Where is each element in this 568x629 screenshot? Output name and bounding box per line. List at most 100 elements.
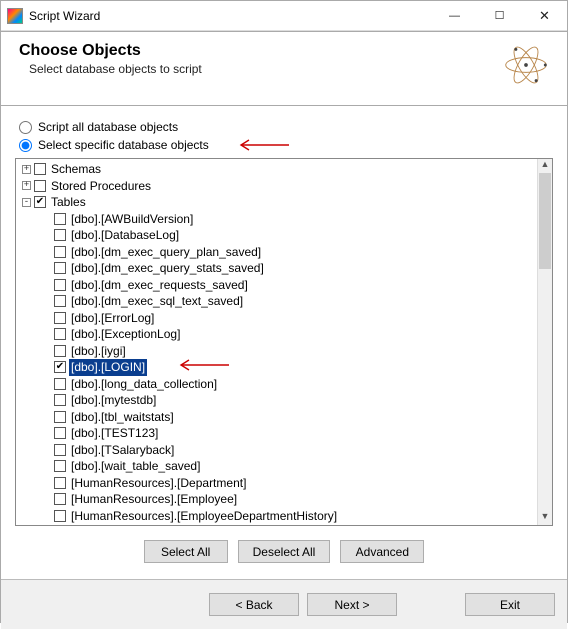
radio-script-specific-input[interactable] — [19, 139, 32, 152]
tree-node-table-8[interactable]: [dbo].[iygi] — [20, 343, 535, 360]
tree-checkbox[interactable] — [34, 180, 46, 192]
close-button[interactable]: ✕ — [522, 1, 567, 30]
tree-checkbox[interactable] — [54, 394, 66, 406]
tree-node-top-0[interactable]: + Schemas — [20, 161, 535, 178]
tree-node-label: [dbo].[AWBuildVersion] — [69, 211, 195, 228]
tree-node-table-1[interactable]: [dbo].[DatabaseLog] — [20, 227, 535, 244]
tree-node-table-0[interactable]: [dbo].[AWBuildVersion] — [20, 211, 535, 228]
tree-checkbox[interactable] — [54, 345, 66, 357]
tree-checkbox[interactable] — [34, 196, 46, 208]
tree-checkbox[interactable] — [54, 295, 66, 307]
radio-script-specific[interactable]: Select specific database objects — [19, 138, 553, 152]
back-button[interactable]: < Back — [209, 593, 299, 616]
tree-checkbox[interactable] — [54, 279, 66, 291]
tree-node-table-12[interactable]: [dbo].[tbl_waitstats] — [20, 409, 535, 426]
tree-checkbox[interactable] — [54, 229, 66, 241]
tree-node-table-11[interactable]: [dbo].[mytestdb] — [20, 392, 535, 409]
advanced-button[interactable]: Advanced — [340, 540, 424, 563]
tree-node-table-15[interactable]: [dbo].[wait_table_saved] — [20, 458, 535, 475]
radio-script-specific-label: Select specific database objects — [38, 138, 209, 152]
tree-checkbox[interactable] — [54, 427, 66, 439]
tree-node-label: Stored Procedures — [49, 178, 153, 195]
tree-checkbox[interactable] — [54, 262, 66, 274]
tree-node-table-7[interactable]: [dbo].[ExceptionLog] — [20, 326, 535, 343]
tree-checkbox[interactable] — [54, 328, 66, 340]
tree-expander-icon[interactable]: + — [22, 165, 31, 174]
tree-node-table-9[interactable]: [dbo].[LOGIN] — [20, 359, 535, 376]
tree-node-table-16[interactable]: [HumanResources].[Department] — [20, 475, 535, 492]
tree-node-table-18[interactable]: [HumanResources].[EmployeeDepartmentHist… — [20, 508, 535, 525]
tree-node-table-3[interactable]: [dbo].[dm_exec_query_stats_saved] — [20, 260, 535, 277]
tree-node-label: [dbo].[ExceptionLog] — [69, 326, 182, 343]
app-icon — [7, 8, 23, 24]
radio-script-all[interactable]: Script all database objects — [19, 120, 553, 134]
tree-node-label: Tables — [49, 194, 88, 211]
tree-checkbox[interactable] — [54, 312, 66, 324]
annotation-arrow-icon — [175, 359, 231, 376]
tree-node-label: [dbo].[TSalaryback] — [69, 442, 176, 459]
tree-checkbox[interactable] — [54, 213, 66, 225]
scrollbar-thumb[interactable] — [539, 173, 551, 269]
tree-node-label: [HumanResources].[EmployeeDepartmentHist… — [69, 508, 339, 525]
tree-checkbox[interactable] — [54, 510, 66, 522]
scroll-down-icon[interactable]: ▼ — [538, 511, 552, 525]
tree-node-label: Schemas — [49, 161, 103, 178]
tree-node-table-2[interactable]: [dbo].[dm_exec_query_plan_saved] — [20, 244, 535, 261]
tree-expander-icon[interactable]: + — [22, 181, 31, 190]
tree-node-table-17[interactable]: [HumanResources].[Employee] — [20, 491, 535, 508]
tree-node-label: [dbo].[tbl_waitstats] — [69, 409, 176, 426]
tree-checkbox[interactable] — [54, 411, 66, 423]
tree-node-label: [dbo].[dm_exec_sql_text_saved] — [69, 293, 245, 310]
tree-node-table-13[interactable]: [dbo].[TEST123] — [20, 425, 535, 442]
tree-node-table-5[interactable]: [dbo].[dm_exec_sql_text_saved] — [20, 293, 535, 310]
tree-node-label: [dbo].[long_data_collection] — [69, 376, 219, 393]
tree-node-table-19[interactable]: [HumanResources].[EmployeePayHistory] — [20, 524, 535, 525]
object-tree[interactable]: +Schemas+Stored Procedures-Tables[dbo].[… — [16, 159, 537, 525]
tree-checkbox[interactable] — [54, 493, 66, 505]
object-tree-panel: +Schemas+Stored Procedures-Tables[dbo].[… — [15, 158, 553, 526]
selection-buttons: Select All Deselect All Advanced — [15, 526, 553, 573]
page-header: Choose Objects Select database objects t… — [1, 31, 567, 106]
titlebar: Script Wizard — ☐ ✕ — [1, 1, 567, 31]
vertical-scrollbar[interactable]: ▲ ▼ — [537, 159, 552, 525]
wizard-footer: < Back Next > Exit — [1, 579, 567, 629]
tree-node-top-2[interactable]: - Tables — [20, 194, 535, 211]
tree-checkbox[interactable] — [34, 163, 46, 175]
tree-checkbox[interactable] — [54, 477, 66, 489]
minimize-button[interactable]: — — [432, 1, 477, 30]
tree-checkbox[interactable] — [54, 361, 66, 373]
wizard-body: Script all database objects Select speci… — [1, 106, 567, 579]
tree-node-table-10[interactable]: [dbo].[long_data_collection] — [20, 376, 535, 393]
window-title: Script Wizard — [29, 9, 432, 23]
tree-node-table-6[interactable]: [dbo].[ErrorLog] — [20, 310, 535, 327]
tree-node-label: [dbo].[LOGIN] — [69, 359, 147, 376]
tree-checkbox[interactable] — [54, 246, 66, 258]
maximize-button[interactable]: ☐ — [477, 1, 522, 30]
tree-node-label: [dbo].[dm_exec_requests_saved] — [69, 277, 250, 294]
tree-node-label: [HumanResources].[Employee] — [69, 491, 239, 508]
annotation-arrow-icon — [235, 139, 291, 151]
next-button[interactable]: Next > — [307, 593, 397, 616]
tree-node-label: [dbo].[mytestdb] — [69, 392, 158, 409]
exit-button[interactable]: Exit — [465, 593, 555, 616]
tree-checkbox[interactable] — [54, 444, 66, 456]
tree-node-label: [dbo].[DatabaseLog] — [69, 227, 181, 244]
radio-script-all-input[interactable] — [19, 121, 32, 134]
tree-node-label: [dbo].[ErrorLog] — [69, 310, 156, 327]
tree-node-label: [HumanResources].[Department] — [69, 475, 248, 492]
tree-expander-icon[interactable]: - — [22, 198, 31, 207]
tree-node-table-4[interactable]: [dbo].[dm_exec_requests_saved] — [20, 277, 535, 294]
tree-node-label: [HumanResources].[EmployeePayHistory] — [69, 524, 297, 525]
tree-node-label: [dbo].[dm_exec_query_plan_saved] — [69, 244, 263, 261]
tree-node-label: [dbo].[TEST123] — [69, 425, 160, 442]
tree-checkbox[interactable] — [54, 378, 66, 390]
scroll-up-icon[interactable]: ▲ — [538, 159, 552, 173]
tree-checkbox[interactable] — [54, 460, 66, 472]
select-all-button[interactable]: Select All — [144, 540, 228, 563]
page-title: Choose Objects — [19, 42, 503, 60]
tree-node-top-1[interactable]: + Stored Procedures — [20, 178, 535, 195]
tree-node-table-14[interactable]: [dbo].[TSalaryback] — [20, 442, 535, 459]
tree-node-label: [dbo].[wait_table_saved] — [69, 458, 202, 475]
deselect-all-button[interactable]: Deselect All — [238, 540, 331, 563]
tree-node-label: [dbo].[iygi] — [69, 343, 128, 360]
